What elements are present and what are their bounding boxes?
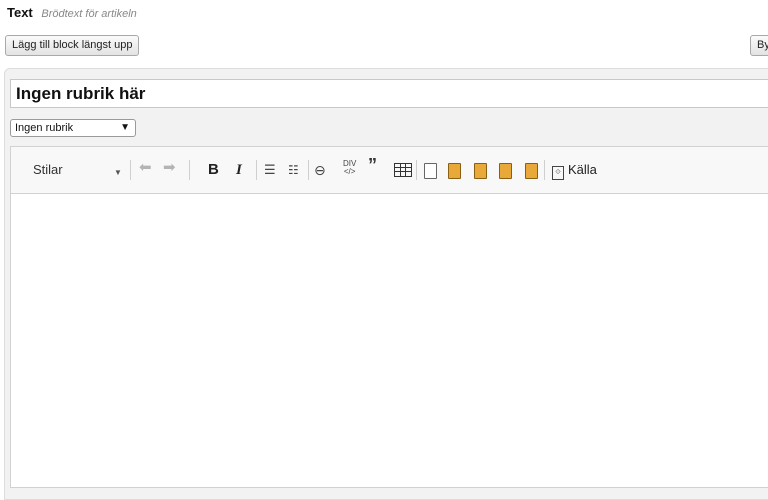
swap-block-button[interactable]: By: [750, 35, 768, 56]
numbered-list-icon[interactable]: ☷: [288, 163, 299, 177]
bulleted-list-icon[interactable]: ☰: [264, 163, 276, 177]
chevron-down-icon: ▼: [120, 122, 130, 133]
heading-input[interactable]: Ingen rubrik här: [10, 79, 768, 108]
redo-icon[interactable]: ➡: [163, 160, 176, 175]
italic-icon[interactable]: I: [236, 163, 242, 178]
link-icon[interactable]: ⊖: [314, 163, 326, 177]
paste-from-word-icon[interactable]: [474, 163, 487, 182]
heading-level-select[interactable]: Ingen rubrik ▼: [10, 119, 136, 137]
undo-icon[interactable]: ⬅: [139, 160, 152, 175]
styles-dropdown-arrow-icon[interactable]: ▼: [114, 166, 122, 180]
toolbar-separator: [256, 160, 257, 180]
toolbar-separator: [544, 160, 545, 180]
heading-level-value: Ingen rubrik: [15, 122, 74, 134]
add-block-top-button[interactable]: Lägg till block längst upp: [5, 35, 140, 56]
toolbar-separator: [189, 160, 190, 180]
source-icon[interactable]: ⟐: [552, 163, 564, 180]
paste-image-icon[interactable]: [499, 163, 512, 182]
toolbar-separator: [130, 160, 131, 180]
toolbar-separator: [416, 160, 417, 180]
section-title: Text: [7, 5, 33, 20]
section-subtitle: Brödtext för artikeln: [41, 8, 137, 20]
rich-text-editor[interactable]: Stilar ▼ ⬅ ➡ B I ☰ ☷ ⊖ DIV </> ” ⟐ Källa: [10, 146, 768, 488]
toolbar-separator: [308, 160, 309, 180]
editor-toolbar: Stilar ▼ ⬅ ➡ B I ☰ ☷ ⊖ DIV </> ” ⟐ Källa: [11, 147, 768, 194]
div-container-icon[interactable]: DIV </>: [343, 160, 356, 176]
styles-dropdown[interactable]: Stilar: [33, 163, 63, 177]
paste-as-text-icon[interactable]: [448, 163, 461, 182]
blockquote-icon[interactable]: ”: [368, 156, 377, 174]
div-container-label: DIV: [343, 159, 357, 168]
source-button-label[interactable]: Källa: [568, 163, 597, 177]
paste-template-icon[interactable]: [525, 163, 538, 182]
paste-icon[interactable]: [424, 163, 437, 182]
table-icon[interactable]: [394, 163, 412, 180]
section-header: Text Brödtext för artikeln: [7, 5, 137, 20]
editor-content-area[interactable]: [11, 194, 768, 487]
bold-icon[interactable]: B: [208, 162, 219, 177]
